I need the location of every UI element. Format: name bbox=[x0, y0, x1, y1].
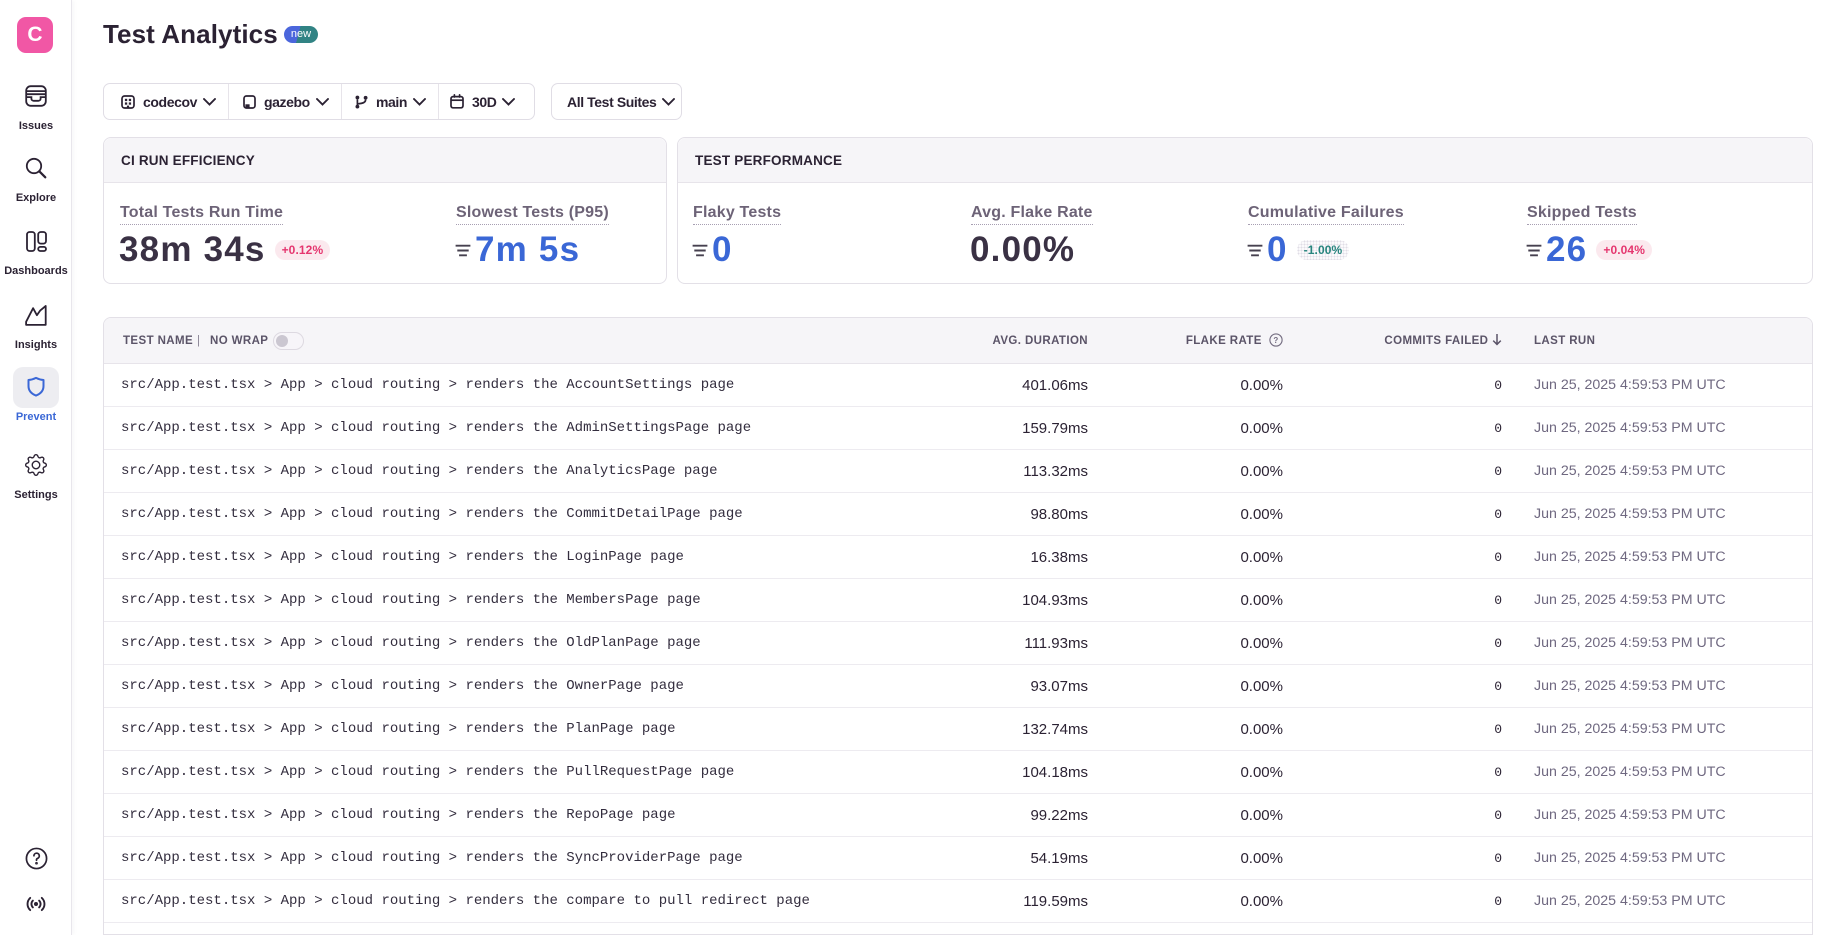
svg-text:?: ? bbox=[1273, 335, 1278, 344]
